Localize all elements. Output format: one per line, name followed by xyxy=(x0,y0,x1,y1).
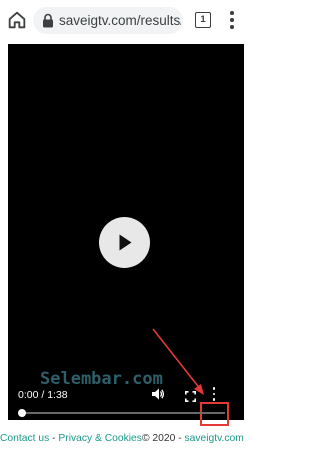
progress-knob[interactable] xyxy=(18,409,26,417)
page: saveigtv.com/results/? 1 Selembar.com 0:… xyxy=(0,0,250,476)
contact-link[interactable]: Contact us xyxy=(0,433,49,444)
address-bar[interactable]: saveigtv.com/results/? xyxy=(33,7,183,34)
home-icon[interactable] xyxy=(6,9,28,31)
browser-toolbar: saveigtv.com/results/? 1 xyxy=(0,0,250,44)
more-options-icon[interactable] xyxy=(209,385,219,403)
footer: Contact us - Privacy & Cookies© 2020 - s… xyxy=(0,431,250,447)
tab-switcher-icon[interactable]: 1 xyxy=(195,12,211,28)
annotation-arrow xyxy=(152,328,204,395)
more-vert-icon[interactable] xyxy=(225,9,239,33)
site-link[interactable]: saveigtv.com xyxy=(184,433,243,444)
volume-icon[interactable] xyxy=(151,387,165,401)
highlight-box xyxy=(200,402,229,426)
time-display: 0:00 / 1:38 xyxy=(18,389,68,401)
lock-icon xyxy=(42,13,54,28)
progress-bar[interactable] xyxy=(21,412,225,414)
privacy-link[interactable]: Privacy & Cookies xyxy=(58,433,142,444)
fullscreen-icon[interactable] xyxy=(185,389,196,402)
copyright-text: © 2020 - xyxy=(141,433,185,444)
url-text: saveigtv.com/results/? xyxy=(59,13,181,28)
video-player[interactable]: Selembar.com 0:00 / 1:38 xyxy=(8,44,244,426)
